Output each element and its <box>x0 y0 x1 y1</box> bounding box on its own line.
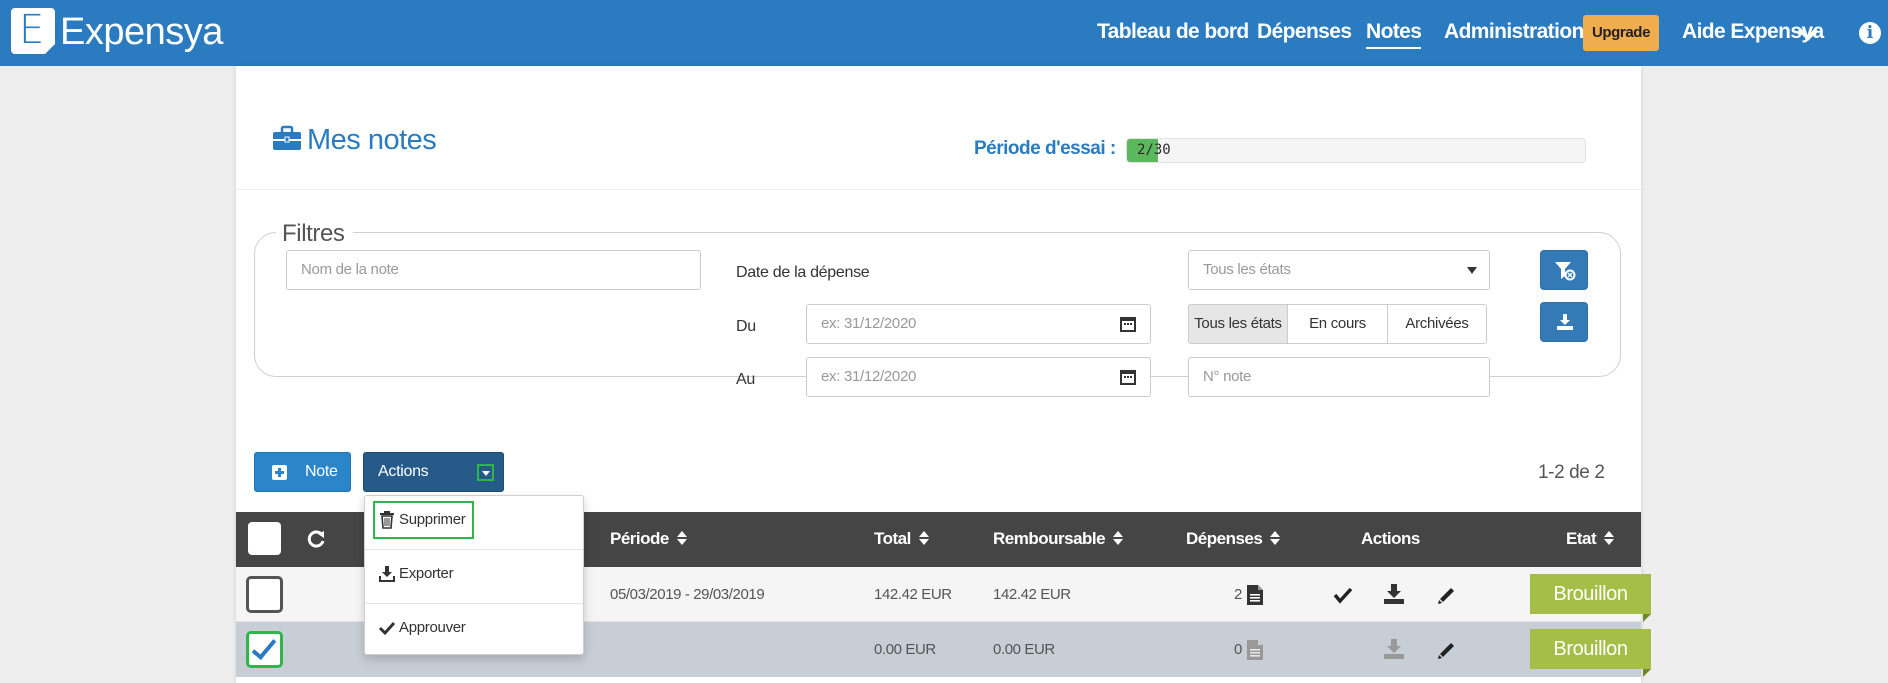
col-depenses[interactable]: Dépenses <box>1186 529 1281 549</box>
download-icon[interactable] <box>1383 583 1405 605</box>
expense-date-label: Date de la dépense <box>736 264 870 281</box>
trash-icon <box>380 511 394 529</box>
logo-icon[interactable]: E <box>11 7 56 55</box>
state-filter-all[interactable]: Tous les états <box>1188 304 1288 344</box>
col-depenses-label: Dépenses <box>1186 529 1263 548</box>
menu-item-approve[interactable]: Approuver <box>365 604 583 657</box>
row-checkbox[interactable] <box>246 576 283 613</box>
nav-expenses[interactable]: Dépenses <box>1257 20 1352 44</box>
calendar-icon <box>1120 317 1136 332</box>
pagination-info: 1-2 de 2 <box>1538 462 1605 483</box>
cell-total: 142.42 EUR <box>874 586 952 603</box>
pencil-icon[interactable] <box>1436 639 1458 661</box>
state-filter-archived[interactable]: Archivées <box>1387 304 1487 344</box>
menu-item-export[interactable]: Exporter <box>365 550 583 603</box>
status-badge: Brouillon <box>1530 629 1651 677</box>
col-remboursable-label: Remboursable <box>993 529 1106 548</box>
download-icon <box>379 566 395 582</box>
sort-icon <box>1604 530 1615 545</box>
actions-dropdown-menu: Supprimer Exporter Approuver <box>364 495 584 655</box>
col-total[interactable]: Total <box>874 529 929 549</box>
cell-remboursable: 142.42 EUR <box>993 586 1071 603</box>
top-navbar: E Expensya Tableau de bord Dépenses Note… <box>0 0 1888 66</box>
date-from-calendar-button[interactable] <box>1105 304 1151 344</box>
note-number-input[interactable]: N° note <box>1188 357 1490 397</box>
new-note-label: Note <box>305 463 338 480</box>
info-icon[interactable]: i <box>1859 22 1881 44</box>
sort-icon <box>1270 530 1281 545</box>
filter-clear-icon <box>1555 262 1576 281</box>
menu-item-label: Exporter <box>399 565 454 582</box>
clear-filter-button[interactable] <box>1540 250 1588 290</box>
col-etat[interactable]: Etat <box>1566 529 1615 549</box>
actions-button-label: Actions <box>378 463 429 480</box>
filters-legend: Filtres <box>276 220 353 248</box>
download-icon <box>1557 314 1573 330</box>
status-badge: Brouillon <box>1530 574 1651 622</box>
pencil-icon[interactable] <box>1436 584 1458 606</box>
nav-dashboard[interactable]: Tableau de bord <box>1097 20 1249 44</box>
trial-period-label: Période d'essai : <box>974 138 1116 159</box>
state-filter-in-progress[interactable]: En cours <box>1287 304 1388 344</box>
row-checkbox[interactable] <box>246 631 283 668</box>
trial-progress-text: 2/30 <box>1137 142 1171 158</box>
plus-square-icon <box>272 465 287 480</box>
caret-down-icon <box>1467 267 1477 274</box>
cell-depenses-count: 0 <box>1234 641 1242 658</box>
col-actions: Actions <box>1361 529 1420 548</box>
cell-depenses-count: 2 <box>1234 586 1242 603</box>
date-from-label: Du <box>736 318 756 335</box>
col-periode-label: Période <box>610 529 669 548</box>
state-select-value: Tous les états <box>1203 261 1291 278</box>
check-icon[interactable] <box>1332 584 1354 606</box>
cell-remboursable: 0.00 EUR <box>993 641 1055 658</box>
download-filter-button[interactable] <box>1540 302 1588 342</box>
state-select[interactable]: Tous les états <box>1188 250 1490 290</box>
new-note-button[interactable]: Note <box>254 452 351 492</box>
nav-administration[interactable]: Administration <box>1444 20 1584 44</box>
check-icon <box>379 621 395 636</box>
col-total-label: Total <box>874 529 911 548</box>
sort-icon <box>1113 530 1124 545</box>
logo-letter: E <box>19 7 45 53</box>
download-icon <box>1384 639 1404 659</box>
calendar-icon <box>1120 370 1136 385</box>
header-divider <box>236 189 1641 190</box>
date-to-calendar-button[interactable] <box>1105 357 1151 397</box>
upgrade-button[interactable]: Upgrade <box>1583 15 1659 51</box>
sort-icon <box>676 530 687 545</box>
date-from-input[interactable]: ex: 31/12/2020 <box>806 304 1106 344</box>
page-title: Mes notes <box>271 124 437 157</box>
select-all-checkbox[interactable] <box>248 522 281 555</box>
note-name-input[interactable]: Nom de la note <box>286 250 701 290</box>
file-icon[interactable] <box>1246 584 1264 606</box>
col-periode[interactable]: Période <box>610 529 687 549</box>
col-etat-label: Etat <box>1566 529 1597 548</box>
page-title-text: Mes notes <box>307 124 437 156</box>
refresh-icon[interactable] <box>306 529 326 549</box>
sort-icon <box>918 530 929 545</box>
main-panel: Mes notes Période d'essai : 2/30 Filtres… <box>236 66 1651 683</box>
logo-corner <box>44 43 56 55</box>
file-icon <box>1247 640 1263 660</box>
checkmark-icon <box>251 633 277 661</box>
trial-progress-bar: 2/30 <box>1126 138 1586 163</box>
col-remboursable[interactable]: Remboursable <box>993 529 1124 549</box>
menu-item-label: Supprimer <box>399 511 466 528</box>
actions-dropdown-button[interactable]: Actions <box>363 452 504 492</box>
date-to-input[interactable]: ex: 31/12/2020 <box>806 357 1106 397</box>
app-logo-text[interactable]: Expensya <box>60 12 223 52</box>
cell-total: 0.00 EUR <box>874 641 936 658</box>
menu-item-delete[interactable]: Supprimer <box>365 496 583 549</box>
caret-down-icon[interactable] <box>477 464 494 481</box>
date-to-label: Au <box>736 371 755 388</box>
cell-periode: 05/03/2019 - 29/03/2019 <box>610 586 765 603</box>
menu-item-label: Approuver <box>399 619 466 636</box>
nav-notes[interactable]: Notes <box>1366 20 1422 49</box>
